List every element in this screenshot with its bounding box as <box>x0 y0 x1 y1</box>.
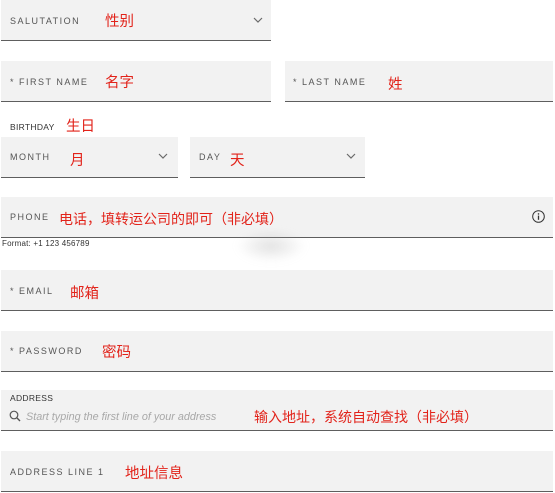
chevron-down-icon <box>158 153 168 159</box>
password-field[interactable]: * PASSWORD 密码 <box>1 331 553 372</box>
birthday-month-select[interactable]: MONTH 月 <box>1 137 178 178</box>
address-line-1-annotation: 地址信息 <box>125 466 183 482</box>
chevron-down-icon <box>253 17 263 23</box>
last-name-annotation: 姓 <box>388 77 403 93</box>
birthday-day-select[interactable]: DAY 天 <box>190 137 365 178</box>
last-name-field[interactable]: * LAST NAME 姓 <box>285 61 553 102</box>
address-search-input[interactable] <box>26 409 266 425</box>
info-icon[interactable] <box>532 210 545 223</box>
phone-label: PHONE <box>10 212 50 222</box>
phone-annotation: 电话，填转运公司的即可（非必填） <box>59 212 283 228</box>
birthday-label: BIRTHDAY <box>10 122 55 132</box>
salutation-label: SALUTATION <box>10 16 81 26</box>
search-icon <box>9 410 21 422</box>
salutation-annotation: 性别 <box>105 14 134 30</box>
phone-format-hint: Format: +1 123 456789 <box>2 239 90 248</box>
address-search-field[interactable]: ADDRESS 输入地址，系统自动查找（非必填） <box>1 390 553 431</box>
password-label: * PASSWORD <box>10 346 83 356</box>
email-label: * EMAIL <box>10 286 54 296</box>
password-annotation: 密码 <box>102 345 131 361</box>
day-label: DAY <box>199 152 222 162</box>
month-annotation: 月 <box>70 153 85 169</box>
birthday-annotation: 生日 <box>66 119 95 135</box>
address-line-1-label: ADDRESS LINE 1 <box>10 467 105 477</box>
last-name-label: * LAST NAME <box>293 77 367 87</box>
salutation-select[interactable]: SALUTATION 性别 <box>1 0 271 41</box>
email-field[interactable]: * EMAIL 邮箱 <box>1 270 553 311</box>
chevron-down-icon <box>346 153 356 159</box>
address-annotation: 输入地址，系统自动查找（非必填） <box>254 410 478 426</box>
day-annotation: 天 <box>230 153 245 169</box>
month-label: MONTH <box>10 152 51 162</box>
phone-field[interactable]: PHONE 电话，填转运公司的即可（非必填） <box>1 197 553 238</box>
first-name-field[interactable]: * FIRST NAME 名字 <box>1 61 271 102</box>
address-label: ADDRESS <box>10 393 54 403</box>
first-name-annotation: 名字 <box>105 75 134 91</box>
first-name-label: * FIRST NAME <box>10 77 89 87</box>
email-annotation: 邮箱 <box>70 286 99 302</box>
address-line-1-field[interactable]: ADDRESS LINE 1 地址信息 <box>1 451 553 492</box>
